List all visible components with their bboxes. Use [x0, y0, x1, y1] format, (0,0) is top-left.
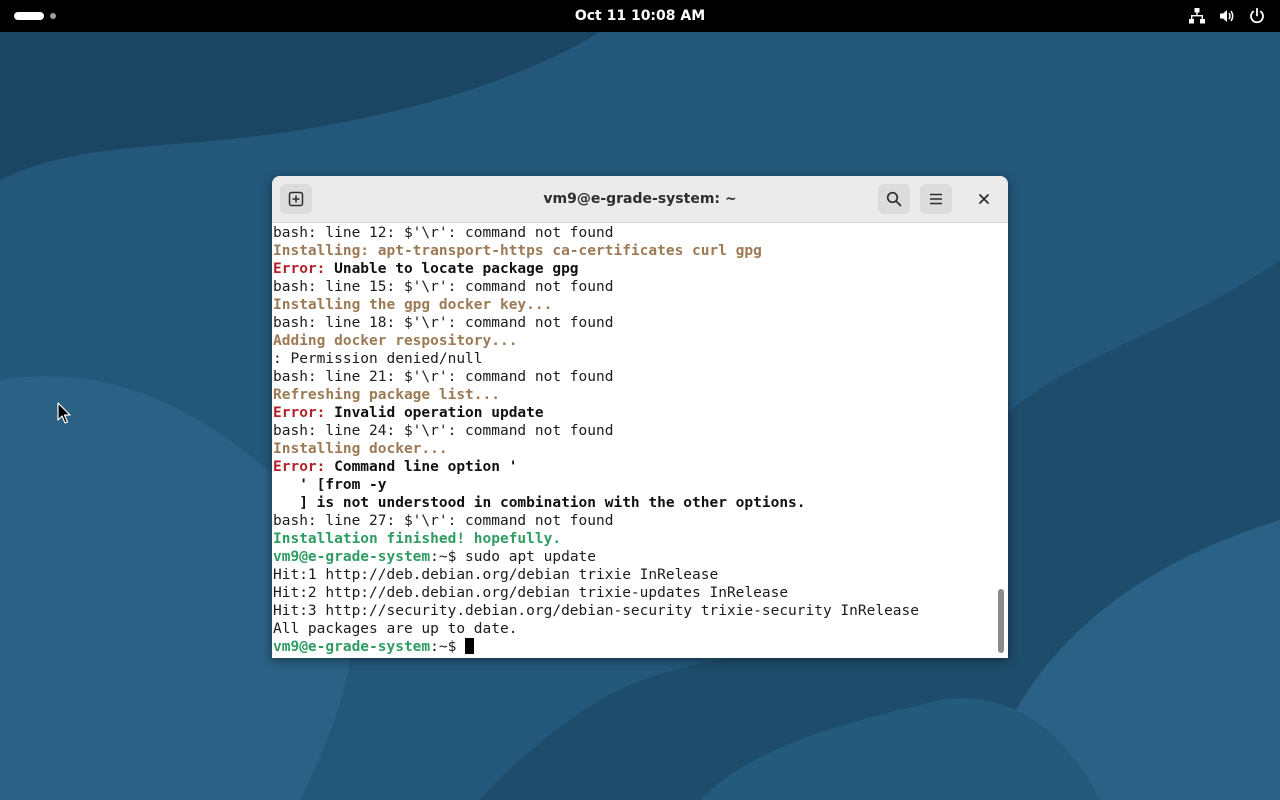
terminal-text-info: Adding docker respository...: [273, 333, 518, 349]
terminal-text-errmsg: Unable to locate package gpg: [334, 261, 579, 277]
power-icon: [1250, 7, 1264, 24]
terminal-text-plain: bash: line 18: $'\r': command not found: [273, 315, 614, 331]
header-bar[interactable]: vm9@e-grade-system: ~: [272, 176, 1008, 223]
terminal-text-user: vm9@e-grade-system: [273, 639, 431, 655]
terminal-text-err: Error:: [273, 405, 335, 421]
terminal-line: Error: Invalid operation update: [273, 404, 919, 422]
terminal-line: Hit:1 http://deb.debian.org/debian trixi…: [273, 566, 919, 584]
scrollbar[interactable]: [994, 223, 1008, 658]
terminal-line: Installation finished! hopefully.: [273, 530, 919, 548]
terminal-line: bash: line 15: $'\r': command not found: [273, 278, 919, 296]
terminal-text-info: Installing the gpg docker key...: [273, 297, 553, 313]
desktop[interactable]: Oct 11 10:08 AM vm9@e-grade-system: ~ ba…: [0, 0, 1280, 800]
terminal-text-plain: :~$ sudo apt update: [430, 549, 597, 565]
terminal-window[interactable]: vm9@e-grade-system: ~ bash: line 12: $'\…: [272, 176, 1008, 658]
terminal-text-errmsg: Invalid operation update: [334, 405, 544, 421]
terminal-text-info: Installing docker...: [273, 441, 448, 457]
new-tab-button[interactable]: [280, 184, 312, 214]
hamburger-menu-icon: [930, 193, 942, 205]
terminal-line: bash: line 12: $'\r': command not found: [273, 224, 919, 242]
terminal-output[interactable]: bash: line 12: $'\r': command not found I…: [272, 223, 994, 658]
text-cursor: [465, 638, 475, 654]
terminal-line: Hit:2 http://deb.debian.org/debian trixi…: [273, 584, 919, 602]
terminal-line: Hit:3 http://security.debian.org/debian-…: [273, 602, 919, 620]
terminal-line: Error: Unable to locate package gpg: [273, 260, 919, 278]
network-icon: [1189, 8, 1205, 24]
workspace-indicator-inactive: [50, 13, 56, 19]
terminal-line: ' [from -y: [273, 476, 919, 494]
mouse-pointer-icon: [57, 402, 71, 424]
terminal-text-plain: bash: line 27: $'\r': command not found: [273, 513, 614, 529]
clock[interactable]: Oct 11 10:08 AM: [540, 0, 740, 32]
terminal-line: : Permission denied/null: [273, 350, 919, 368]
terminal-text-errmsg: ] is not understood in combination with …: [273, 495, 806, 511]
terminal-text-plain: All packages are up to date.: [273, 621, 518, 637]
terminal-line: ] is not understood in combination with …: [273, 494, 919, 512]
terminal-line: vm9@e-grade-system:~$ sudo apt update: [273, 548, 919, 566]
terminal-line: All packages are up to date.: [273, 620, 919, 638]
terminal-line: Installing the gpg docker key...: [273, 296, 919, 314]
close-button[interactable]: [972, 187, 996, 211]
volume-icon: [1220, 10, 1234, 22]
system-tray[interactable]: [1188, 7, 1266, 25]
terminal-text-errmsg: ' [from -y: [273, 477, 387, 493]
terminal-text-plain: Hit:2 http://deb.debian.org/debian trixi…: [273, 585, 789, 601]
terminal-line: bash: line 27: $'\r': command not found: [273, 512, 919, 530]
terminal-text-user: vm9@e-grade-system: [273, 549, 431, 565]
terminal-line: Installing: apt-transport-https ca-certi…: [273, 242, 919, 260]
terminal-text-plain: bash: line 24: $'\r': command not found: [273, 423, 614, 439]
terminal-line: Refreshing package list...: [273, 386, 919, 404]
activities-button[interactable]: [14, 10, 62, 22]
window-title: vm9@e-grade-system: ~: [543, 191, 737, 207]
new-tab-icon: [288, 191, 304, 207]
terminal-line: Adding docker respository...: [273, 332, 919, 350]
terminal-text-err: Error:: [273, 459, 335, 475]
terminal-text-err: Error:: [273, 261, 335, 277]
terminal-text-success: Installation finished! hopefully.: [273, 531, 562, 547]
terminal-text-plain: :~$: [430, 639, 466, 655]
terminal-line: bash: line 18: $'\r': command not found: [273, 314, 919, 332]
terminal-lines: bash: line 12: $'\r': command not found I…: [273, 224, 919, 656]
terminal-text-plain: bash: line 12: $'\r': command not found: [273, 225, 614, 241]
terminal-line: Installing docker...: [273, 440, 919, 458]
terminal-text-errmsg: Command line option ': [334, 459, 518, 475]
top-bar: Oct 11 10:08 AM: [0, 0, 1280, 32]
terminal-line: bash: line 24: $'\r': command not found: [273, 422, 919, 440]
search-button[interactable]: [878, 184, 910, 214]
search-icon: [886, 191, 902, 207]
terminal-line: vm9@e-grade-system:~$: [273, 638, 919, 656]
terminal-text-info: Installing: apt-transport-https ca-certi…: [273, 243, 762, 259]
main-menu-button[interactable]: [920, 184, 952, 214]
terminal-text-plain: bash: line 21: $'\r': command not found: [273, 369, 614, 385]
terminal-line: bash: line 21: $'\r': command not found: [273, 368, 919, 386]
workspace-indicator-active: [14, 12, 44, 20]
terminal-text-plain: Hit:1 http://deb.debian.org/debian trixi…: [273, 567, 719, 583]
terminal-text-plain: : Permission denied/null: [273, 351, 483, 367]
terminal-text-plain: Hit:3 http://security.debian.org/debian-…: [273, 603, 920, 619]
terminal-text-plain: bash: line 15: $'\r': command not found: [273, 279, 614, 295]
terminal-text-info: Refreshing package list...: [273, 387, 500, 403]
close-icon: [979, 194, 989, 204]
scrollbar-thumb[interactable]: [998, 589, 1004, 653]
terminal-line: Error: Command line option ': [273, 458, 919, 476]
